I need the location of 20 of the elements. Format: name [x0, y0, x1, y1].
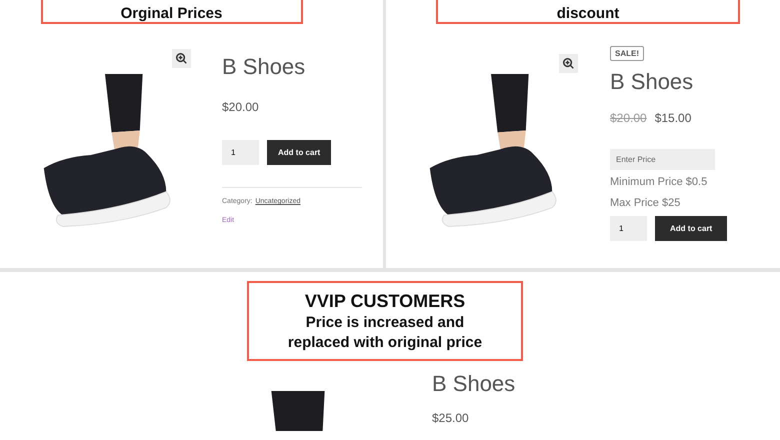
- original-price: $20.00: [610, 111, 647, 125]
- quantity-field[interactable]: 1: [610, 216, 647, 241]
- add-to-cart-button[interactable]: Add to cart: [655, 216, 728, 241]
- product-price: $25.00: [432, 411, 469, 425]
- product-title: B Shoes: [432, 371, 516, 397]
- callout-box: discount: [436, 0, 740, 24]
- add-to-cart-button[interactable]: Add to cart: [267, 140, 332, 165]
- price-limit-text: Max Price $25: [610, 197, 680, 209]
- price-limit-text: Minimum Price $0.5: [610, 176, 708, 188]
- product-title: B Shoes: [610, 69, 694, 95]
- zoom-in-icon[interactable]: [559, 54, 578, 73]
- price-input-field[interactable]: Enter Price: [610, 149, 715, 170]
- sale-badge: SALE!: [610, 46, 644, 61]
- callout-box: VVIP CUSTOMERS Price is increased and replaced with original price: [247, 281, 523, 361]
- product-price: $20.00: [222, 100, 259, 114]
- product-title: B Shoes: [222, 54, 306, 80]
- quantity-field[interactable]: 1: [222, 140, 259, 165]
- zoom-in-icon[interactable]: [172, 49, 191, 68]
- callout-box: Orginal Prices: [40, 0, 302, 24]
- product-price: $15.00: [654, 111, 692, 125]
